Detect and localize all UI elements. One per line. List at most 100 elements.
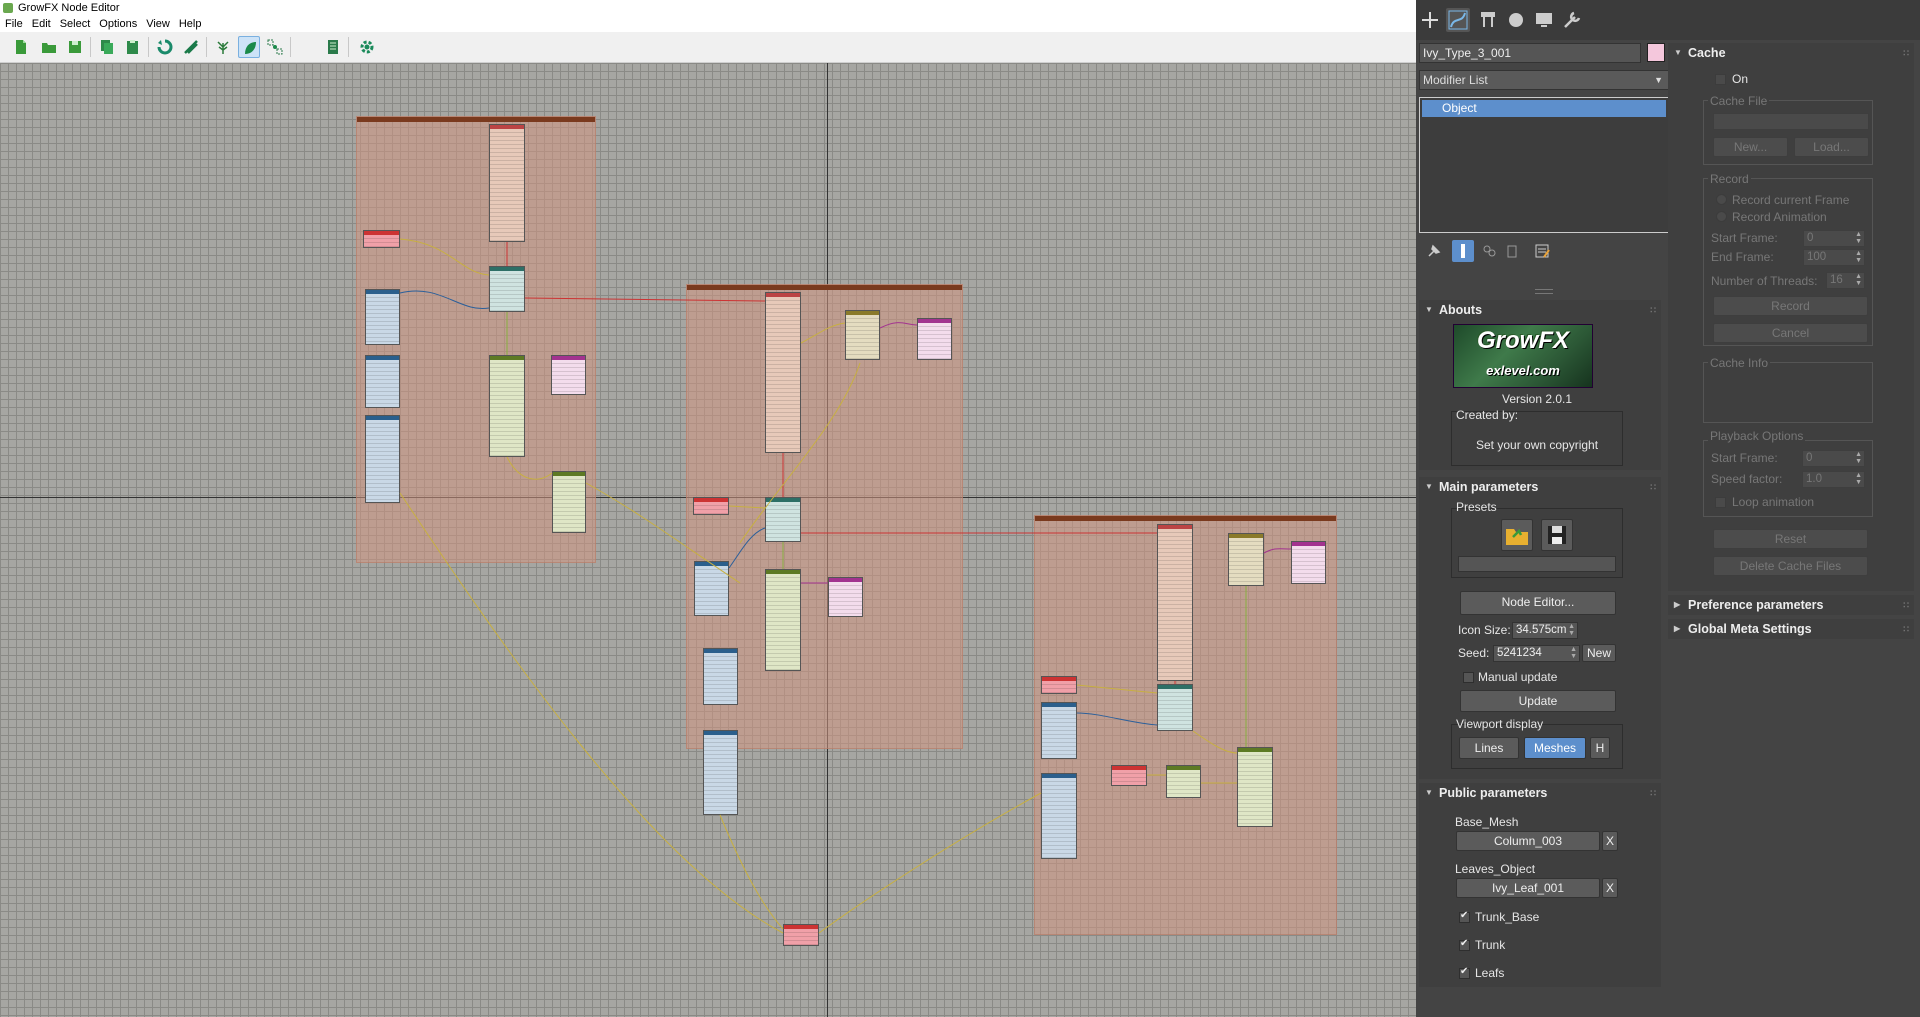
gear-icon[interactable] [356,36,378,58]
public-parameters-header[interactable]: ▼ Public parameters ∷ [1419,783,1661,803]
graph-icon[interactable] [264,36,286,58]
cancel-button[interactable]: Cancel [1713,323,1868,343]
preset-name-field[interactable] [1458,556,1616,572]
clear-base-mesh-button[interactable]: X [1602,831,1618,851]
trunk-base-checkbox[interactable] [1459,910,1470,923]
stack-item-object[interactable]: Object [1422,100,1666,117]
record-current-frame-radio[interactable] [1716,194,1727,205]
cache-header[interactable]: ▼ Cache ∷ [1668,43,1914,63]
cache-new-button[interactable]: New... [1713,137,1788,157]
trunk-label: Trunk [1475,938,1506,952]
menu-options[interactable]: Options [94,16,141,32]
playback-start-frame-spinner[interactable]: 0 ▲ ▼ [1802,450,1865,467]
base-mesh-picker[interactable]: Column_003 [1456,831,1600,851]
object-color-swatch[interactable] [1647,43,1665,62]
trunk-checkbox[interactable] [1459,938,1470,951]
meshes-button[interactable]: Meshes [1524,737,1586,759]
h-button[interactable]: H [1590,737,1610,759]
end-frame-spinner[interactable]: 100 ▲ ▼ [1803,249,1865,266]
display-tab-icon[interactable] [1532,8,1556,32]
menu-select[interactable]: Select [55,16,95,32]
pin-stack-icon[interactable] [1423,240,1445,262]
panel-resize-handle[interactable] [1535,289,1553,294]
threads-spinner[interactable]: 16 ▲ ▼ [1826,272,1865,289]
public-parameters-title: Public parameters [1439,786,1548,800]
manual-update-checkbox[interactable] [1463,672,1474,683]
seed-label: Seed: [1458,646,1490,660]
menu-view[interactable]: View [141,16,174,32]
node-graph-canvas[interactable] [0,63,1416,1017]
main-parameters-title: Main parameters [1439,480,1539,494]
refresh-icon[interactable] [154,36,176,58]
title-bar: GrowFX Node Editor [0,0,1416,16]
loop-animation-checkbox[interactable] [1715,497,1726,508]
copyright-text: Set your own copyright [1476,438,1599,452]
spinner-arrows-icon: ▲ ▼ [1855,472,1862,486]
speed-factor-value: 1.0 [1806,473,1822,485]
hierarchy-tab-icon[interactable] [1476,8,1500,32]
configure-sets-icon[interactable] [1531,240,1553,262]
copy-icon[interactable] [96,36,118,58]
speed-factor-spinner[interactable]: 1.0 ▲ ▼ [1802,471,1865,488]
icon-size-spinner[interactable]: 34.575cm ▲ ▼ [1512,622,1578,639]
cache-file-path-field[interactable] [1713,113,1869,130]
record-animation-label: Record Animation [1732,210,1827,224]
motion-tab-icon[interactable] [1504,8,1528,32]
new-file-icon[interactable] [10,36,32,58]
node-editor-button[interactable]: Node Editor... [1460,591,1616,615]
list-icon[interactable] [322,36,344,58]
loop-animation-label: Loop animation [1732,495,1815,509]
modifier-list-label: Modifier List [1423,73,1488,87]
update-button[interactable]: Update [1460,690,1616,712]
record-animation-radio[interactable] [1716,211,1727,222]
modifier-stack[interactable]: Object [1419,97,1669,233]
icon-size-value: 34.575cm [1516,624,1567,636]
playback-start-frame-label: Start Frame: [1711,451,1778,465]
save-preset-button[interactable] [1541,519,1573,551]
object-name-field[interactable]: Ivy_Type_3_001 [1419,43,1641,63]
remove-modifier-icon[interactable] [1501,240,1523,262]
lines-button[interactable]: Lines [1459,737,1519,759]
clear-leaves-object-button[interactable]: X [1602,878,1618,898]
reset-button[interactable]: Reset [1713,529,1868,549]
menu-file[interactable]: File [0,16,27,32]
spinner-arrows-icon: ▲ ▼ [1855,231,1862,245]
abouts-title: Abouts [1439,303,1483,317]
link-icon[interactable] [180,36,202,58]
menu-help[interactable]: Help [174,16,206,32]
cache-load-button[interactable]: Load... [1794,137,1869,157]
menu-edit[interactable]: Edit [27,16,55,32]
leaves-object-picker[interactable]: Ivy_Leaf_001 [1456,878,1600,898]
save-icon[interactable] [64,36,86,58]
open-folder-icon[interactable] [38,36,60,58]
preference-parameters-rollout: ▶ Preference parameters ∷ [1668,595,1914,615]
seed-spinner[interactable]: 5241234 ▲ ▼ [1493,645,1580,662]
main-parameters-header[interactable]: ▼ Main parameters ∷ [1419,477,1661,497]
leaf-icon[interactable] [238,36,260,58]
global-meta-settings-header[interactable]: ▶ Global Meta Settings ∷ [1668,619,1914,639]
load-preset-button[interactable] [1501,519,1533,551]
delete-cache-files-button[interactable]: Delete Cache Files [1713,556,1868,576]
create-tab-icon[interactable] [1418,8,1442,32]
utilities-tab-icon[interactable] [1560,8,1584,32]
collapse-triangle-icon: ▼ [1425,305,1433,314]
modifier-list-dropdown[interactable]: Modifier List ▼ [1419,70,1669,90]
leafs-checkbox[interactable] [1459,966,1470,979]
preference-parameters-header[interactable]: ▶ Preference parameters ∷ [1668,595,1914,615]
paste-icon[interactable] [122,36,144,58]
cache-on-checkbox[interactable] [1715,74,1726,85]
record-start-frame-spinner[interactable]: 0 ▲ ▼ [1803,230,1865,247]
cache-title: Cache [1688,46,1726,60]
modify-tab-icon[interactable] [1446,8,1470,32]
menu-bar: File Edit Select Options View Help [0,16,1416,32]
make-unique-icon[interactable] [1479,240,1501,262]
tree-icon[interactable] [212,36,234,58]
record-button[interactable]: Record [1713,296,1868,316]
abouts-rollout-header[interactable]: ▼ Abouts ∷ [1419,300,1661,320]
leaves-object-label: Leaves_Object [1455,862,1536,876]
show-end-result-icon[interactable] [1452,240,1474,262]
expand-triangle-icon: ▶ [1674,624,1681,633]
record-start-frame-value: 0 [1807,232,1814,244]
end-frame-label: End Frame: [1711,250,1774,264]
new-seed-button[interactable]: New [1582,644,1616,662]
